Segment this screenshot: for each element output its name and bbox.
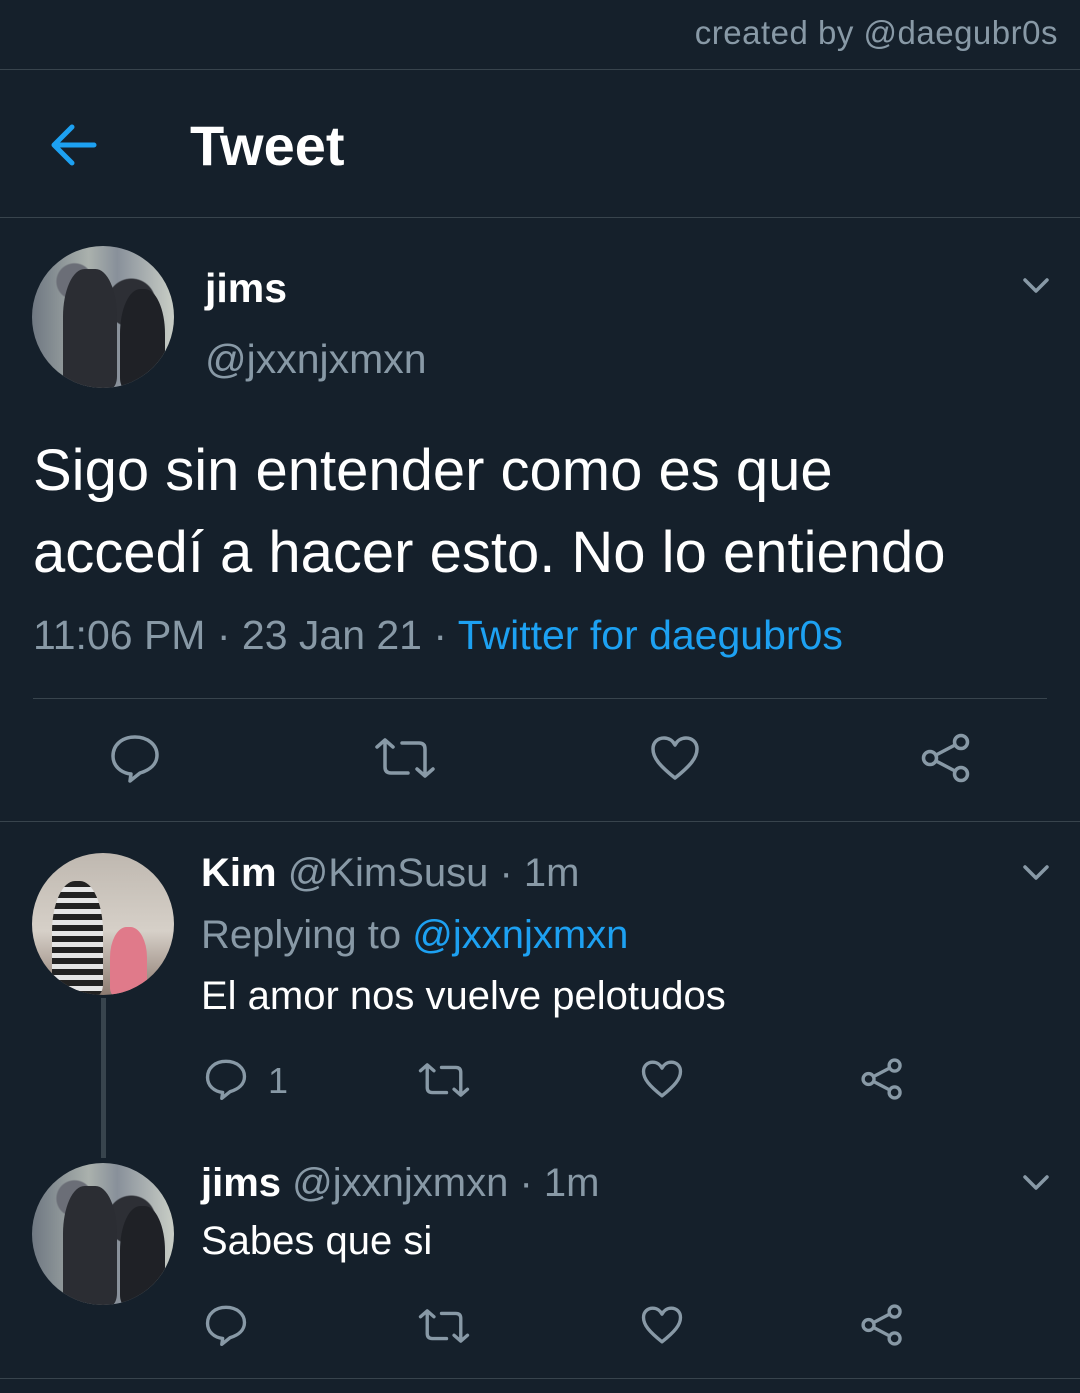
avatar[interactable]: [32, 1163, 174, 1305]
arrow-left-icon: [51, 124, 97, 166]
reply-time: 1m: [543, 1161, 600, 1205]
more-options-button[interactable]: [1022, 863, 1050, 883]
reply-author-name[interactable]: Kim: [201, 851, 277, 895]
replying-to-label: Replying to: [201, 913, 413, 957]
share-icon: [921, 733, 970, 783]
tweet-text-line: Sigo sin entender como es que: [33, 438, 833, 503]
tweet-source-link[interactable]: Twitter for daegubr0s: [458, 612, 843, 658]
tweet-meta: 11:06 PM · 23 Jan 21 · Twitter for daegu…: [33, 612, 843, 659]
speech-bubble-icon: [111, 735, 159, 783]
reply-header: jims @jxxnjxmxn · 1m: [201, 1161, 600, 1206]
reply-author-handle[interactable]: @KimSusu: [288, 851, 489, 895]
more-options-button[interactable]: [1022, 276, 1050, 296]
reply-button[interactable]: [205, 1058, 247, 1100]
share-button[interactable]: [920, 733, 972, 783]
reply-count: 1: [268, 1060, 289, 1101]
replying-to: Replying to @jxxnjxmxn: [201, 913, 628, 958]
tweet-time: 11:06 PM: [33, 612, 206, 658]
author-handle[interactable]: @jxxnjxmxn: [205, 336, 427, 383]
heart-icon: [641, 1060, 683, 1098]
reply-button[interactable]: [110, 733, 160, 783]
share-icon: [861, 1304, 902, 1346]
replying-to-link[interactable]: @jxxnjxmxn: [412, 913, 628, 957]
avatar[interactable]: [32, 246, 174, 388]
reply-author-handle[interactable]: @jxxnjxmxn: [292, 1161, 508, 1205]
tweet-text: Sigo sin entender como es que accedí a h…: [33, 430, 1053, 594]
more-options-button[interactable]: [1022, 1173, 1050, 1193]
tweet-text-line: accedí a hacer esto. No lo entiendo: [33, 520, 946, 585]
chevron-down-icon: [1023, 1175, 1049, 1190]
divider: [0, 821, 1080, 822]
share-button[interactable]: [860, 1304, 904, 1346]
retweet-button[interactable]: [418, 1308, 470, 1344]
chevron-down-icon: [1023, 865, 1049, 880]
share-icon: [861, 1058, 902, 1100]
divider: [33, 698, 1047, 699]
like-button[interactable]: [641, 1059, 683, 1099]
retweet-button[interactable]: [418, 1062, 470, 1098]
retweet-icon: [418, 1063, 470, 1097]
avatar[interactable]: [32, 853, 174, 995]
separator: ·: [422, 612, 458, 658]
like-button[interactable]: [650, 735, 700, 781]
share-button[interactable]: [860, 1058, 904, 1100]
reply-author-name[interactable]: jims: [201, 1161, 281, 1205]
thread-connector: [101, 998, 106, 1158]
credit-text: created by @daegubr0s: [694, 14, 1058, 51]
chevron-down-icon: [1023, 278, 1049, 293]
speech-bubble-icon: [205, 1305, 247, 1346]
speech-bubble-icon: [205, 1059, 247, 1100]
like-button[interactable]: [641, 1305, 683, 1345]
divider: [0, 69, 1080, 70]
heart-icon: [651, 736, 699, 780]
reply-header: Kim @KimSusu · 1m: [201, 851, 580, 896]
reply-text: Sabes que si: [201, 1219, 433, 1263]
back-button[interactable]: [50, 122, 98, 168]
author-name[interactable]: jims: [205, 265, 287, 312]
retweet-icon: [375, 738, 435, 778]
divider: [0, 217, 1080, 218]
heart-icon: [641, 1306, 683, 1344]
retweet-button[interactable]: [374, 737, 436, 779]
retweet-icon: [418, 1309, 470, 1343]
separator: ·: [488, 851, 524, 895]
reply-text: El amor nos vuelve pelotudos: [201, 974, 726, 1018]
reply-time: 1m: [523, 851, 580, 895]
page-title: Tweet: [190, 114, 345, 177]
separator: ·: [205, 612, 242, 658]
divider: [0, 1378, 1080, 1379]
tweet-date: 23 Jan 21: [241, 612, 422, 658]
reply-button[interactable]: [205, 1304, 247, 1346]
separator: ·: [508, 1161, 544, 1205]
